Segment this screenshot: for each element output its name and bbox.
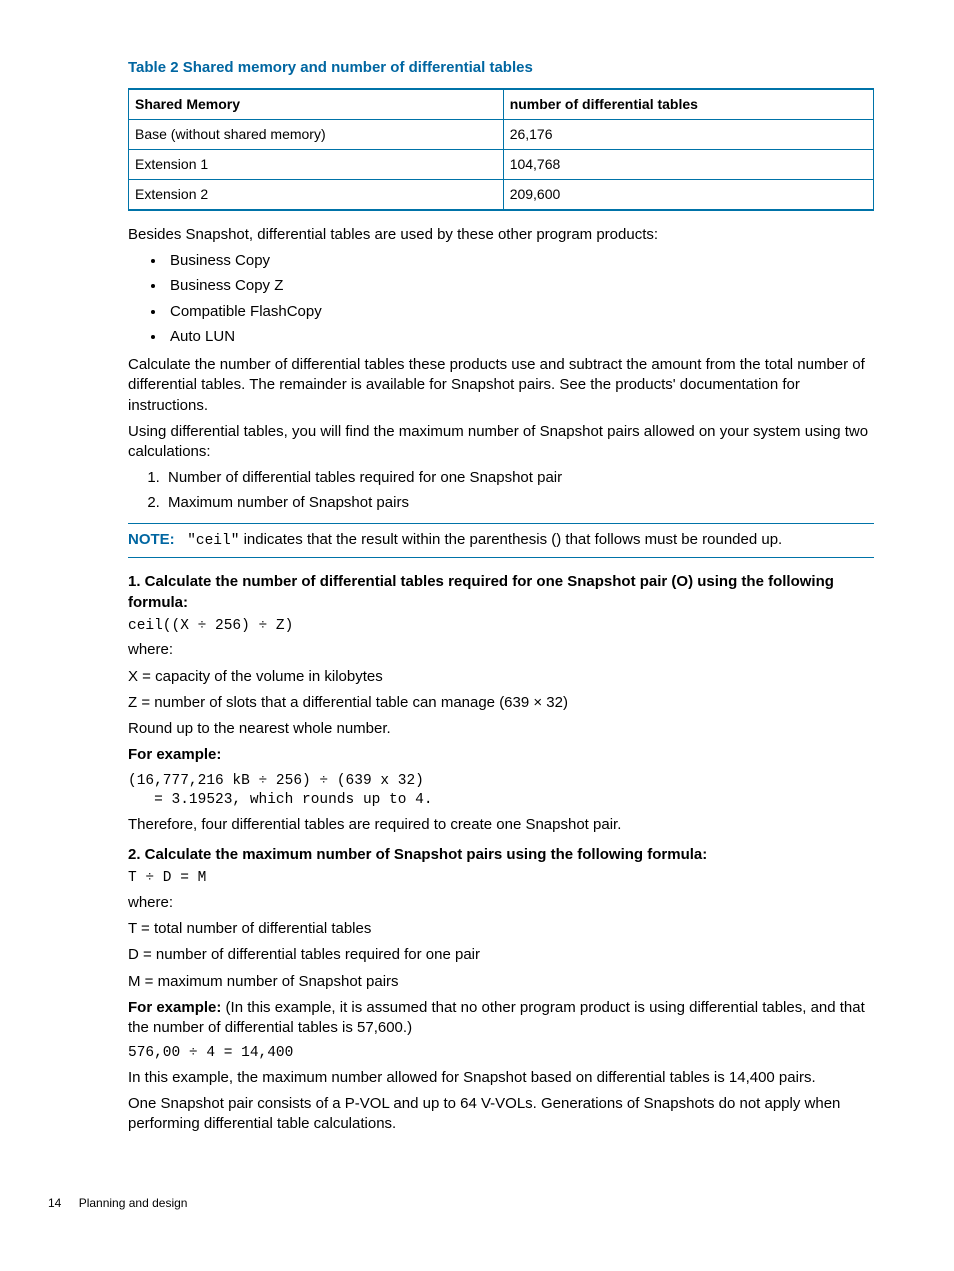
step1-heading: 1. Calculate the number of differential … <box>128 572 874 613</box>
note-box: NOTE: "ceil" indicates that the result w… <box>128 523 874 559</box>
table-cell: Extension 1 <box>129 150 504 180</box>
table-cell: Extension 2 <box>129 179 504 209</box>
example-label: For example: <box>128 999 221 1016</box>
step2-result: In this example, the maximum number allo… <box>128 1068 874 1088</box>
example-label: For example: <box>128 745 874 765</box>
table-row: Extension 2 209,600 <box>129 179 874 209</box>
note-label: NOTE: <box>128 531 175 548</box>
example-text: (In this example, it is assumed that no … <box>128 999 865 1036</box>
var-m: M = maximum number of Snapshot pairs <box>128 972 874 992</box>
table-title: Table 2 Shared memory and number of diff… <box>128 58 874 78</box>
page-number: 14 <box>48 1195 61 1211</box>
table-cell: 26,176 <box>503 120 873 150</box>
round-instruction: Round up to the nearest whole number. <box>128 719 874 739</box>
bullet-list: Business Copy Business Copy Z Compatible… <box>128 251 874 347</box>
table-cell: 104,768 <box>503 150 873 180</box>
list-item: Auto LUN <box>166 327 874 347</box>
paragraph: Using differential tables, you will find… <box>128 422 874 463</box>
list-item: Maximum number of Snapshot pairs <box>164 493 874 513</box>
step2-formula: T ÷ D = M <box>128 869 874 889</box>
note-text: indicates that the result within the par… <box>239 531 782 548</box>
paragraph: Calculate the number of differential tab… <box>128 355 874 416</box>
var-z: Z = number of slots that a differential … <box>128 693 874 713</box>
table-cell: 209,600 <box>503 179 873 209</box>
step2-example-code: 576,00 ÷ 4 = 14,400 <box>128 1044 874 1064</box>
page-footer: 14 Planning and design <box>128 1195 874 1211</box>
table-header: Shared Memory <box>129 89 504 119</box>
note-code: "ceil" <box>187 533 239 549</box>
step2-tail: One Snapshot pair consists of a P-VOL an… <box>128 1094 874 1135</box>
var-x: X = capacity of the volume in kilobytes <box>128 667 874 687</box>
where-label: where: <box>128 893 874 913</box>
section-name: Planning and design <box>79 1196 188 1210</box>
table-row: Base (without shared memory) 26,176 <box>129 120 874 150</box>
step1-formula: ceil((X ÷ 256) ÷ Z) <box>128 617 874 637</box>
list-item: Business Copy <box>166 251 874 271</box>
numbered-list: Number of differential tables required f… <box>128 468 874 513</box>
step1-therefore: Therefore, four differential tables are … <box>128 815 874 835</box>
table-header: number of differential tables <box>503 89 873 119</box>
var-t: T = total number of differential tables <box>128 919 874 939</box>
var-d: D = number of differential tables requir… <box>128 945 874 965</box>
paragraph: Besides Snapshot, differential tables ar… <box>128 225 874 245</box>
step1-example-code: (16,777,216 kB ÷ 256) ÷ (639 x 32) = 3.1… <box>128 772 874 811</box>
table-cell: Base (without shared memory) <box>129 120 504 150</box>
list-item: Compatible FlashCopy <box>166 302 874 322</box>
step2-example: For example: (In this example, it is ass… <box>128 998 874 1039</box>
table-row: Extension 1 104,768 <box>129 150 874 180</box>
where-label: where: <box>128 640 874 660</box>
list-item: Number of differential tables required f… <box>164 468 874 488</box>
diff-tables-table: Shared Memory number of differential tab… <box>128 88 874 211</box>
list-item: Business Copy Z <box>166 276 874 296</box>
step2-heading: 2. Calculate the maximum number of Snaps… <box>128 845 874 865</box>
